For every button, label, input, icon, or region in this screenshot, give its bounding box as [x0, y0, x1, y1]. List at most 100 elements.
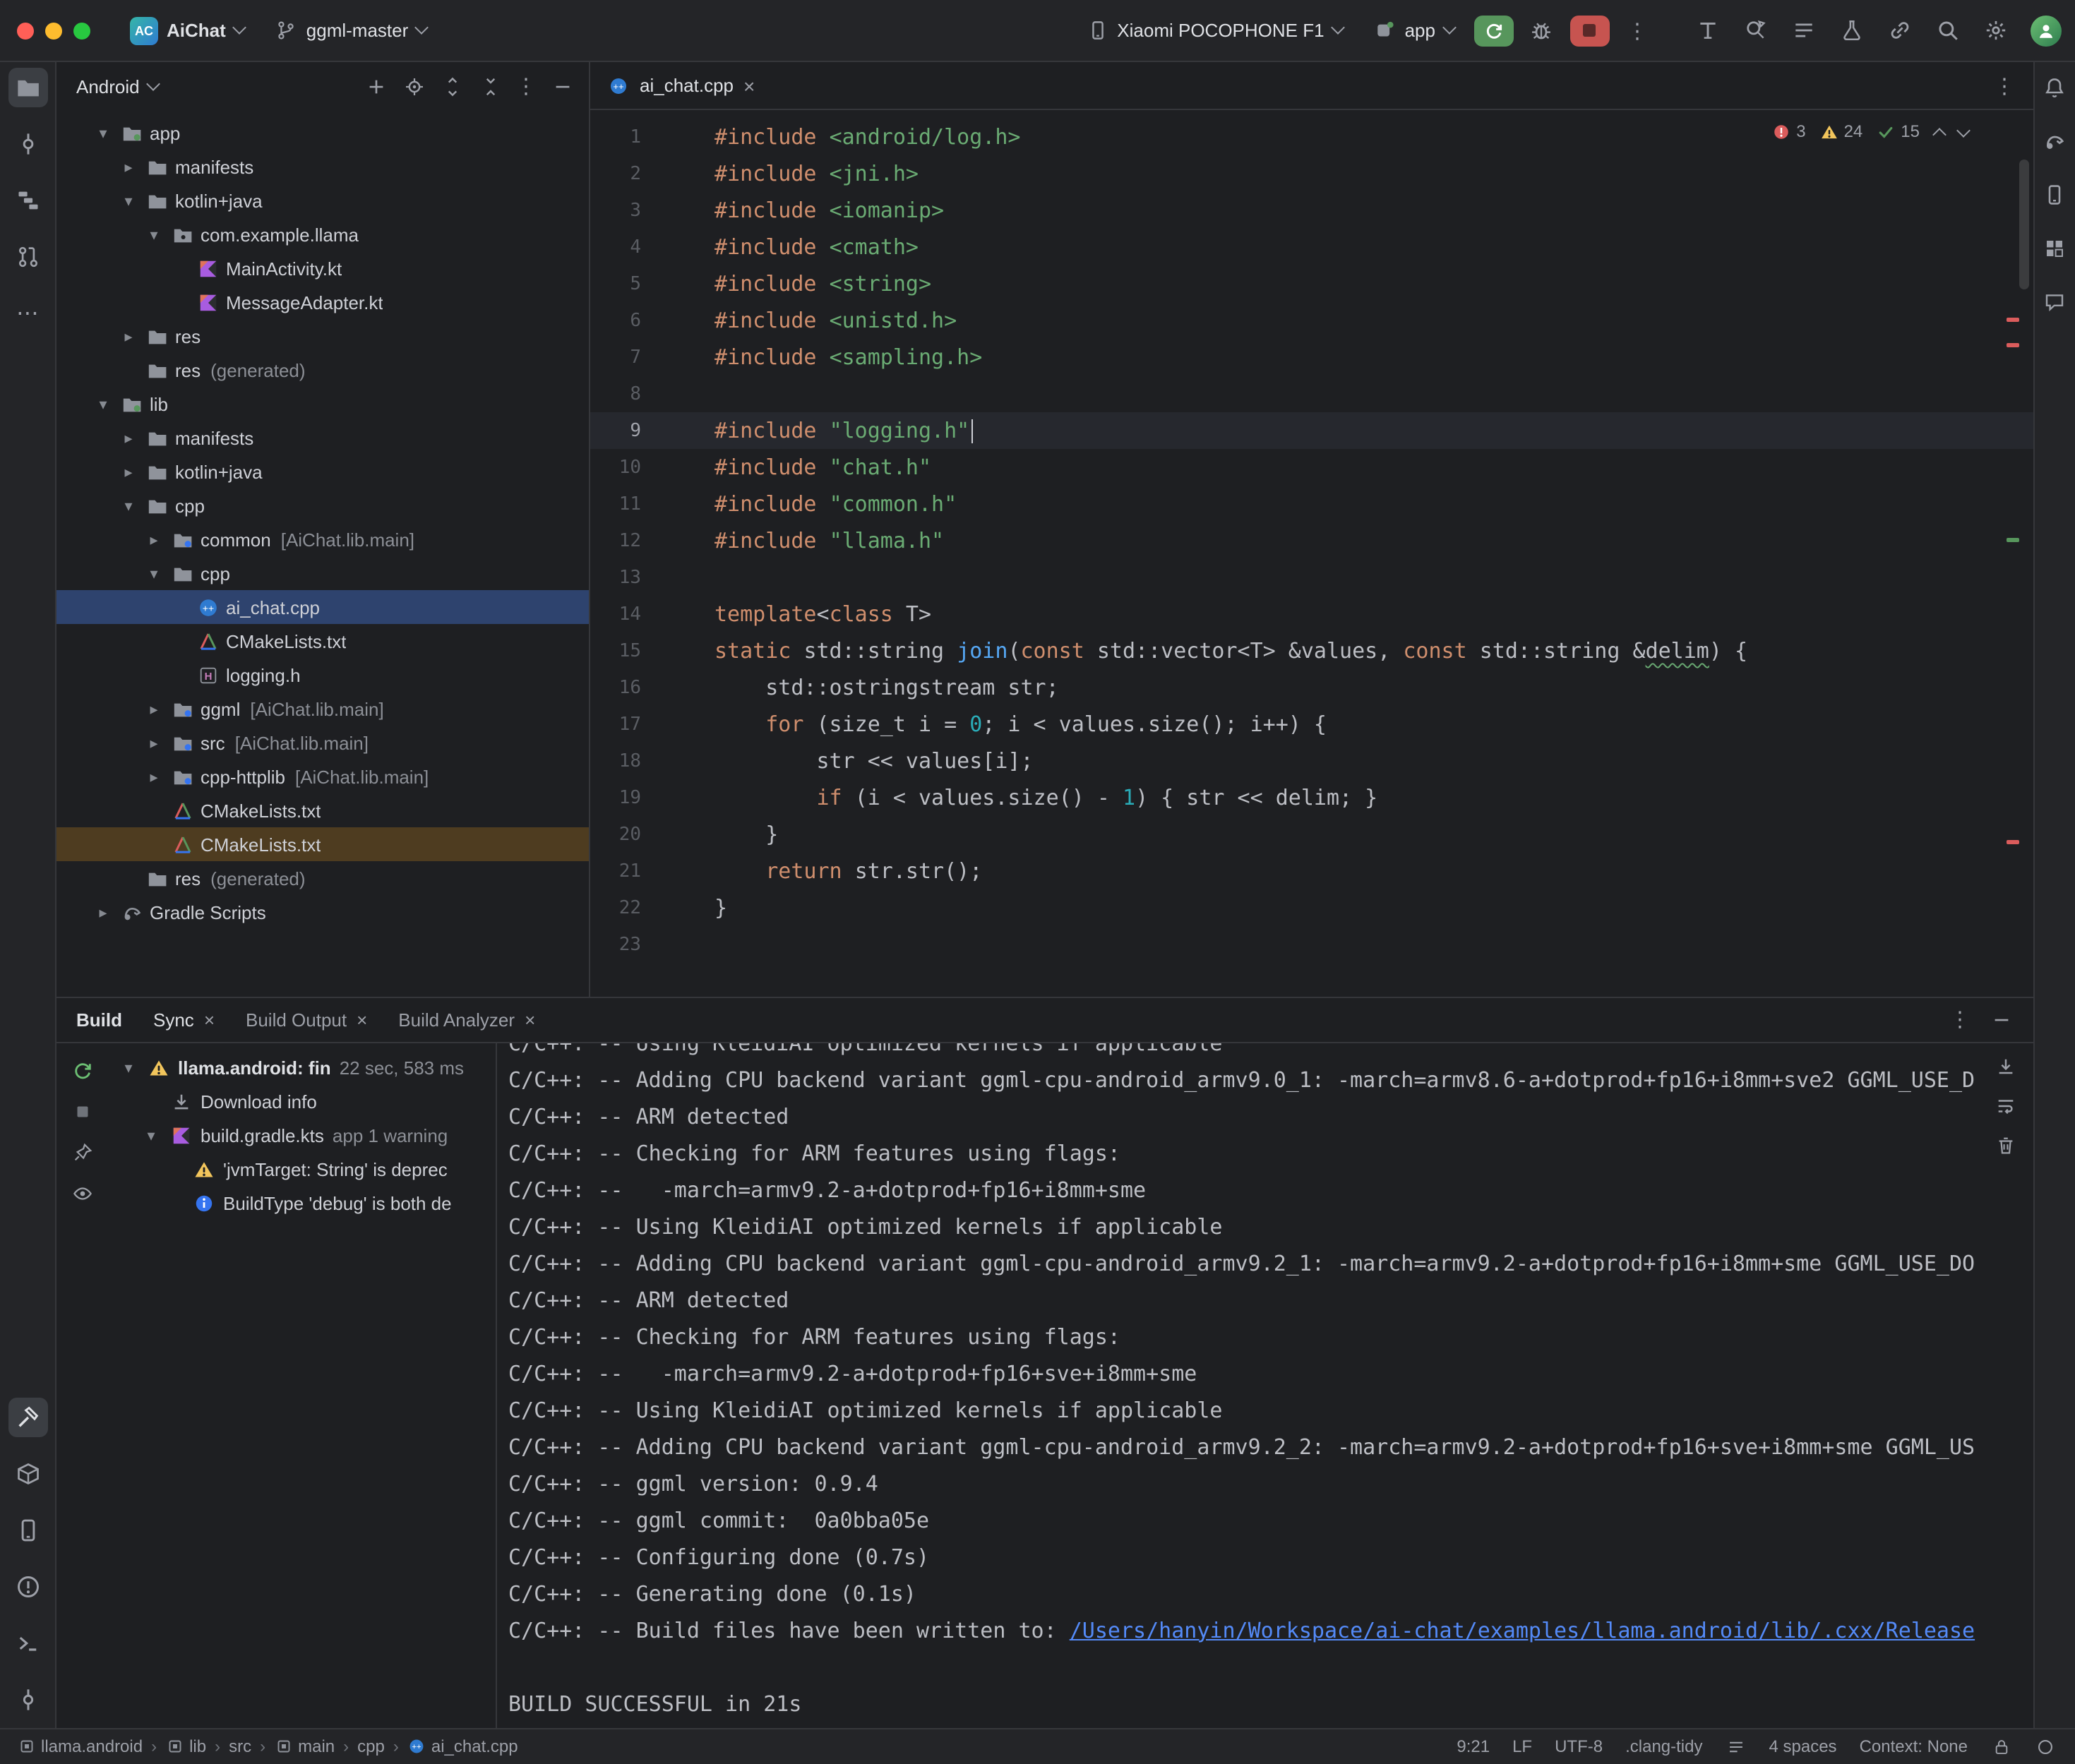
line-number[interactable]: 18: [590, 750, 664, 772]
build-tool-button[interactable]: [8, 1397, 47, 1436]
line-number[interactable]: 21: [590, 860, 664, 882]
panel-options-icon[interactable]: ⋮: [1949, 1007, 1971, 1032]
tree-item[interactable]: ▾com.example.llama: [56, 217, 589, 251]
panel-options-icon[interactable]: ⋮: [515, 73, 537, 99]
context-widget[interactable]: Context: None: [1860, 1736, 1968, 1756]
rerun-button[interactable]: [1473, 15, 1513, 46]
tree-item[interactable]: ▸res: [56, 319, 589, 353]
tree-item[interactable]: ▸kotlin+java: [56, 455, 589, 488]
locate-file-icon[interactable]: [401, 73, 426, 99]
breadcrumb-item[interactable]: ++ai_chat.cpp: [407, 1736, 518, 1756]
debug-button[interactable]: [1521, 11, 1561, 50]
pull-requests-tool-button[interactable]: [8, 237, 47, 277]
build-tree-item[interactable]: Download info: [107, 1085, 496, 1119]
zoom-window-button[interactable]: [73, 22, 90, 39]
line-number[interactable]: 14: [590, 604, 664, 625]
chevron-right-icon[interactable]: ▸: [93, 903, 113, 921]
chevron-down-icon[interactable]: ▾: [93, 124, 113, 142]
tree-item[interactable]: MessageAdapter.kt: [56, 285, 589, 319]
build-tree-item[interactable]: BuildType 'debug' is both de: [107, 1187, 496, 1220]
hide-panel-icon[interactable]: [1990, 1008, 2013, 1031]
device-manager-button[interactable]: [2038, 178, 2071, 212]
code-line[interactable]: 9#include "logging.h": [590, 412, 2033, 449]
code-line[interactable]: 23: [590, 926, 2033, 963]
code-line[interactable]: 15static std::string join(const std::vec…: [590, 632, 2033, 669]
line-number[interactable]: 2: [590, 163, 664, 184]
chevron-right-icon[interactable]: ▸: [144, 733, 164, 752]
chevron-down-icon[interactable]: ▾: [93, 395, 113, 413]
logcat-tool-button[interactable]: [8, 1510, 47, 1549]
filter-icon[interactable]: [68, 1180, 96, 1208]
caret-position[interactable]: 9:21: [1457, 1736, 1490, 1756]
build-panel-title[interactable]: Build: [76, 1009, 122, 1030]
settings-icon[interactable]: [1976, 11, 2016, 50]
build-tab-build-output[interactable]: Build Output×: [246, 1009, 367, 1030]
chevron-down-icon[interactable]: ▾: [144, 564, 164, 582]
line-number[interactable]: 16: [590, 677, 664, 698]
chevron-down-icon[interactable]: ▾: [119, 1059, 138, 1077]
tree-item[interactable]: ++ai_chat.cpp: [56, 590, 589, 624]
code-editor[interactable]: 1#include <android/log.h>2#include <jni.…: [590, 110, 2033, 996]
line-number[interactable]: 11: [590, 493, 664, 515]
search-everywhere-icon[interactable]: [1928, 11, 1968, 50]
more-run-actions-icon[interactable]: ⋮: [1617, 11, 1657, 50]
line-number[interactable]: 8: [590, 383, 664, 404]
code-line[interactable]: 2#include <jni.h>: [590, 155, 2033, 192]
line-number[interactable]: 3: [590, 200, 664, 221]
tab-options-icon[interactable]: ⋮: [1987, 73, 2021, 98]
code-line[interactable]: 21 return str.str();: [590, 853, 2033, 889]
line-number[interactable]: 9: [590, 420, 664, 441]
user-avatar[interactable]: [2030, 15, 2061, 46]
vcs-stripe-mark[interactable]: [2006, 538, 2019, 542]
editor-scrollbar[interactable]: [2019, 160, 2028, 289]
code-line[interactable]: 17 for (size_t i = 0; i < values.size();…: [590, 706, 2033, 743]
device-selector[interactable]: Xiaomi POCOPHONE F1: [1075, 13, 1353, 47]
line-number[interactable]: 17: [590, 714, 664, 735]
tree-item[interactable]: CMakeLists.txt: [56, 624, 589, 658]
tree-item[interactable]: ▸Gradle Scripts: [56, 895, 589, 929]
project-view-selector[interactable]: Android: [76, 76, 140, 97]
tree-item[interactable]: ▾lib: [56, 387, 589, 421]
inspect-code-icon[interactable]: [1736, 11, 1776, 50]
tree-item[interactable]: ▾kotlin+java: [56, 184, 589, 217]
build-tree-item[interactable]: ▾build.gradle.ktsapp 1 warning: [107, 1119, 496, 1153]
code-line[interactable]: 22}: [590, 889, 2033, 926]
tree-item[interactable]: ▸cpp-httplib[AiChat.lib.main]: [56, 760, 589, 793]
breadcrumb-item[interactable]: lib: [165, 1736, 206, 1756]
line-number[interactable]: 13: [590, 567, 664, 588]
text-tool-icon[interactable]: [1688, 11, 1728, 50]
tree-item[interactable]: ▸manifests: [56, 421, 589, 455]
chevron-right-icon[interactable]: ▸: [119, 462, 138, 481]
clang-tidy[interactable]: .clang-tidy: [1625, 1736, 1702, 1756]
resource-manager-button[interactable]: [2038, 232, 2071, 265]
expand-all-icon[interactable]: [439, 73, 465, 99]
breadcrumb-item[interactable]: llama.android: [17, 1736, 143, 1756]
line-number[interactable]: 23: [590, 934, 664, 955]
close-tab-icon[interactable]: ×: [525, 1010, 535, 1028]
scroll-to-end-icon[interactable]: [1993, 1054, 2019, 1079]
project-tool-button[interactable]: [8, 68, 47, 107]
chevron-down-icon[interactable]: ▾: [119, 496, 138, 515]
tree-item[interactable]: ▸common[AiChat.lib.main]: [56, 522, 589, 556]
line-separator[interactable]: LF: [1512, 1736, 1532, 1756]
indicator-icon[interactable]: [2034, 1736, 2055, 1757]
structure-tool-button[interactable]: [8, 181, 47, 220]
chevron-down-icon[interactable]: ▾: [119, 191, 138, 210]
stop-build-icon[interactable]: [68, 1098, 96, 1126]
build-tree-item[interactable]: ▾llama.android: fin22 sec, 583 ms: [107, 1051, 496, 1085]
error-stripe-mark[interactable]: [2006, 343, 2019, 347]
code-line[interactable]: 16 std::ostringstream str;: [590, 669, 2033, 706]
console-link[interactable]: /Users/hanyin/Workspace/ai-chat/examples…: [1070, 1617, 1975, 1643]
chevron-right-icon[interactable]: ▸: [144, 767, 164, 786]
close-tab-icon[interactable]: ×: [743, 76, 755, 95]
experiments-icon[interactable]: [1832, 11, 1872, 50]
tree-item[interactable]: ▾cpp: [56, 556, 589, 590]
build-tab-sync[interactable]: Sync×: [153, 1009, 215, 1030]
tree-item[interactable]: CMakeLists.txt: [56, 827, 589, 861]
line-number[interactable]: 1: [590, 126, 664, 148]
gradle-tool-button[interactable]: [2038, 124, 2071, 158]
line-number[interactable]: 12: [590, 530, 664, 551]
notifications-button[interactable]: [2038, 71, 2071, 104]
file-encoding[interactable]: UTF-8: [1555, 1736, 1603, 1756]
dependencies-tool-button[interactable]: [8, 1453, 47, 1493]
